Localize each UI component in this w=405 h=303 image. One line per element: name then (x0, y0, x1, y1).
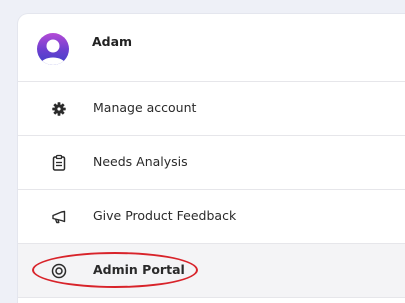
megaphone-icon (50, 208, 68, 226)
menu-item-label: Manage account (93, 100, 197, 115)
clipboard-icon (50, 154, 68, 172)
menu-item-needs-analysis[interactable]: Needs Analysis (18, 136, 405, 190)
avatar (37, 33, 69, 65)
account-menu: Adam Manage account Needs Analysis Give … (18, 14, 405, 303)
target-icon (50, 262, 68, 280)
menu-item-manage-account[interactable]: Manage account (18, 82, 405, 136)
menu-item-label: Give Product Feedback (93, 208, 237, 223)
menu-item-label: Needs Analysis (93, 154, 188, 169)
menu-item-label: Admin Portal (93, 262, 185, 277)
menu-item-admin-portal[interactable]: Admin Portal (18, 244, 405, 298)
user-avatar-icon (40, 39, 66, 65)
gear-icon (50, 100, 68, 118)
user-profile-row[interactable]: Adam (18, 14, 405, 82)
user-name: Adam (92, 34, 133, 49)
menu-item-give-product-feedback[interactable]: Give Product Feedback (18, 190, 405, 244)
